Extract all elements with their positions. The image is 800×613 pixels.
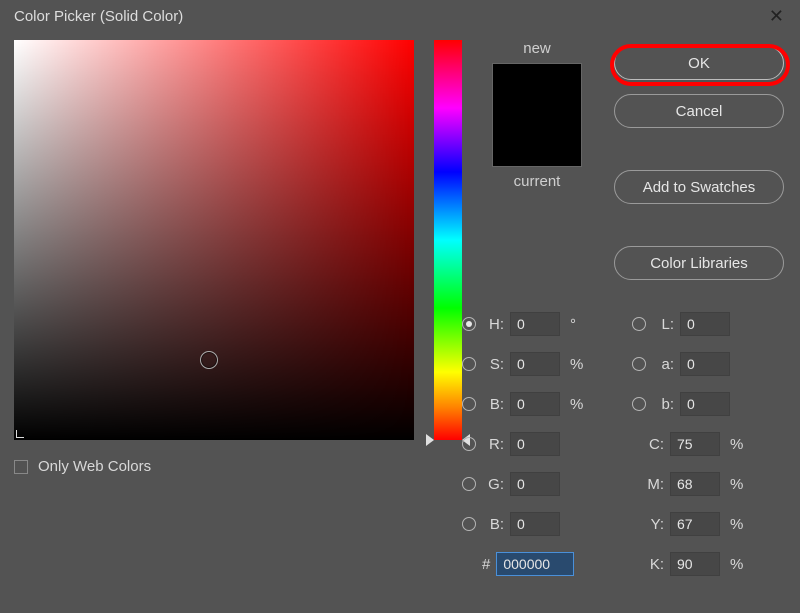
row-r-c: R: C: %	[462, 424, 792, 464]
label-k: K:	[632, 556, 664, 573]
label-a: a:	[652, 356, 674, 373]
ok-button[interactable]: OK	[614, 46, 784, 80]
input-l[interactable]	[680, 312, 730, 336]
input-h[interactable]	[510, 312, 560, 336]
label-c: C:	[632, 436, 664, 453]
new-label: new	[482, 40, 592, 57]
input-g[interactable]	[510, 472, 560, 496]
row-bv-b: B: % b:	[462, 384, 792, 424]
input-y[interactable]	[670, 512, 720, 536]
label-g: G:	[482, 476, 504, 493]
radio-s[interactable]	[462, 357, 476, 371]
label-l: L:	[652, 316, 674, 333]
only-web-colors-checkbox[interactable]	[14, 460, 28, 474]
unit-s: %	[570, 356, 586, 373]
label-y: Y:	[632, 516, 664, 533]
saturation-value-box[interactable]	[14, 40, 414, 440]
row-hex-k: # K: %	[462, 544, 792, 584]
input-brightness[interactable]	[510, 392, 560, 416]
color-selector-ring[interactable]	[200, 351, 218, 369]
input-a[interactable]	[680, 352, 730, 376]
input-r[interactable]	[510, 432, 560, 456]
radio-l[interactable]	[632, 317, 646, 331]
cancel-button[interactable]: Cancel	[614, 94, 784, 128]
close-icon[interactable]: ✕	[761, 2, 792, 31]
current-label: current	[482, 173, 592, 190]
unit-brightness: %	[570, 396, 586, 413]
color-swatch	[492, 63, 582, 167]
window-title: Color Picker (Solid Color)	[14, 8, 183, 25]
input-k[interactable]	[670, 552, 720, 576]
input-s[interactable]	[510, 352, 560, 376]
input-blue[interactable]	[510, 512, 560, 536]
color-preview: new current	[482, 40, 592, 190]
radio-b[interactable]	[632, 397, 646, 411]
label-brightness: B:	[482, 396, 504, 413]
only-web-colors-label: Only Web Colors	[38, 458, 151, 475]
row-g-m: G: M: %	[462, 464, 792, 504]
color-fields: H: ° L: S: % a: B: % b: R:	[462, 304, 792, 584]
row-h-l: H: ° L:	[462, 304, 792, 344]
radio-brightness[interactable]	[462, 397, 476, 411]
titlebar: Color Picker (Solid Color) ✕	[0, 0, 800, 32]
label-r: R:	[482, 436, 504, 453]
label-h: H:	[482, 316, 504, 333]
input-m[interactable]	[670, 472, 720, 496]
only-web-colors-row: Only Web Colors	[14, 458, 426, 475]
label-m: M:	[632, 476, 664, 493]
radio-blue[interactable]	[462, 517, 476, 531]
hash-label: #	[482, 556, 490, 573]
input-hex[interactable]	[496, 552, 574, 576]
color-libraries-button[interactable]: Color Libraries	[614, 246, 784, 280]
unit-m: %	[730, 476, 746, 493]
unit-h: °	[570, 316, 586, 333]
current-color-swatch[interactable]	[493, 115, 581, 166]
corner-marker-icon	[16, 430, 24, 438]
row-b-y: B: Y: %	[462, 504, 792, 544]
row-s-a: S: % a:	[462, 344, 792, 384]
add-to-swatches-button[interactable]: Add to Swatches	[614, 170, 784, 204]
label-blue: B:	[482, 516, 504, 533]
input-b[interactable]	[680, 392, 730, 416]
radio-g[interactable]	[462, 477, 476, 491]
label-s: S:	[482, 356, 504, 373]
unit-k: %	[730, 556, 746, 573]
left-panel: Only Web Colors	[14, 40, 426, 475]
radio-a[interactable]	[632, 357, 646, 371]
input-c[interactable]	[670, 432, 720, 456]
unit-y: %	[730, 516, 746, 533]
unit-c: %	[730, 436, 746, 453]
button-column: OK Cancel Add to Swatches Color Librarie…	[614, 46, 784, 294]
new-color-swatch[interactable]	[493, 64, 581, 115]
label-b: b:	[652, 396, 674, 413]
content: Only Web Colors new current OK Cancel Ad…	[0, 32, 800, 489]
radio-h[interactable]	[462, 317, 476, 331]
radio-r[interactable]	[462, 437, 476, 451]
